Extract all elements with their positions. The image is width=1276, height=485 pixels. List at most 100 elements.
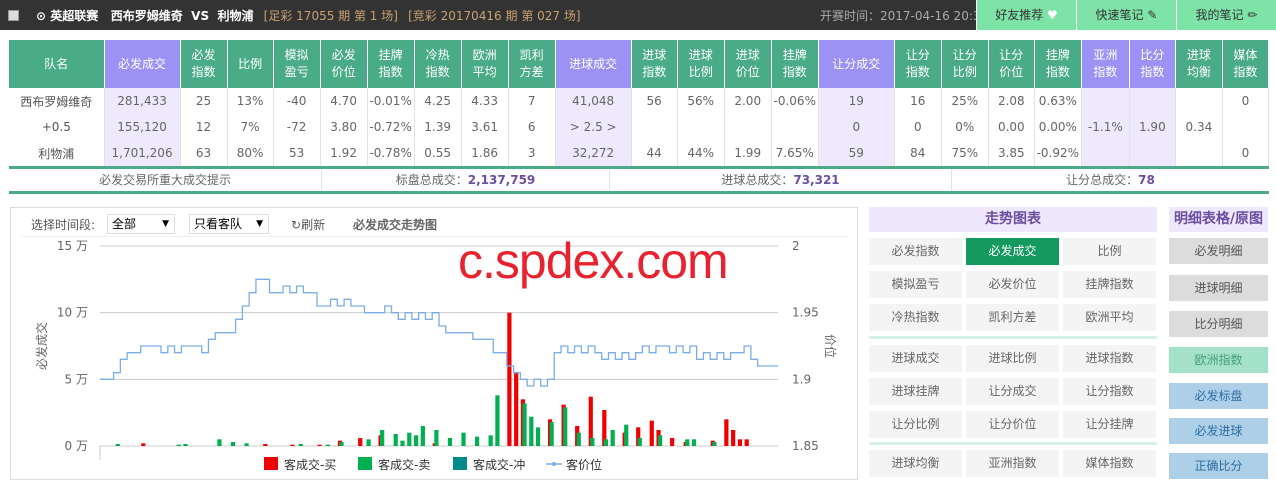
detail-button[interactable]: 欧洲指数 [1169,347,1268,373]
legend-swatch [453,457,467,470]
trend-button[interactable]: 亚洲指数 [966,450,1059,477]
y-tick-label: 15 万 [57,239,88,253]
legend-label: 客成交-买 [284,457,336,472]
buy-bar [514,372,519,446]
trend-button[interactable]: 进球挂牌 [869,378,962,405]
sell-bar [325,444,331,446]
sell-bar [393,434,398,446]
sell-bar [590,438,595,446]
group-divider [869,336,1157,339]
detail-button[interactable]: 必发标盘 [1169,383,1268,409]
y-tick-label: 10 万 [57,306,88,320]
sell-bar [610,430,615,446]
sell-bar [495,395,500,446]
buy-bar [358,438,363,446]
trend-button[interactable]: 让分指数 [1063,378,1156,405]
sell-bar [434,430,439,446]
buy-bar [290,444,295,446]
sell-bar [176,444,181,446]
sell-bar [536,427,541,446]
buy-bar [744,439,749,446]
sell-bar [658,435,663,446]
legend-marker [552,462,556,466]
group-divider [869,442,1157,445]
legend-swatch [264,457,278,470]
sell-bar [298,444,303,446]
sell-bar [366,439,371,446]
sell-bar [637,438,642,446]
sell-bar [691,439,697,446]
trend-button[interactable]: 欧洲平均 [1063,304,1156,331]
buy-bar [737,439,743,446]
legend-label: 客成交-冲 [473,457,525,472]
trend-button[interactable]: 冷热指数 [869,304,962,331]
sell-bar [407,432,412,446]
buy-bar [507,312,512,446]
detail-button[interactable]: 正确比分 [1169,453,1268,479]
buy-bar [141,443,146,446]
sell-bar [685,439,690,446]
trend-button[interactable]: 必发价位 [966,271,1059,298]
trend-button[interactable]: 进球成交 [869,345,962,372]
watermark: c.spdex.com [458,233,729,289]
buy-bar [263,444,268,446]
buy-bar [724,419,729,446]
detail-button[interactable]: 比分明细 [1169,311,1268,337]
sell-bar [217,439,222,446]
trend-button[interactable]: 模拟盈亏 [869,271,962,298]
trend-button[interactable]: 必发指数 [869,238,962,265]
y2-tick-label: 1.9 [792,372,811,386]
buy-bar [670,438,675,446]
price-line [100,278,778,387]
sell-bar [624,424,629,446]
detail-title: 明细表格/原图 [1169,207,1268,232]
sell-bar [400,440,405,446]
sell-bar [447,438,453,446]
sell-bar [183,444,188,446]
trend-button[interactable]: 进球均衡 [869,450,962,477]
sell-bar [420,426,425,446]
legend-label: 客价位 [566,457,602,472]
trend-button[interactable]: 挂牌指数 [1063,271,1156,298]
sell-bar [474,436,480,446]
sell-bar [380,430,385,446]
legend-label: 客成交-卖 [378,457,430,472]
detail-button[interactable]: 必发进球 [1169,418,1268,444]
sell-bar [230,442,236,446]
y2-tick-label: 2 [792,239,800,253]
sell-bar [244,443,249,446]
trend-button[interactable]: 凯利方差 [966,304,1059,331]
sell-bar [529,416,534,446]
y-tick-label: 5 万 [65,372,88,386]
sell-bar [576,432,581,446]
y2-axis-label: 价位 [823,334,838,358]
sell-bar [563,407,568,446]
trend-button[interactable]: 让分成交 [966,378,1059,405]
sell-bar [339,442,344,446]
detail-button[interactable]: 必发明细 [1169,238,1268,264]
trend-button[interactable]: 必发成交 [966,238,1059,265]
legend-swatch [358,457,372,470]
detail-button[interactable]: 进球明细 [1169,275,1268,301]
buy-bar [317,444,322,446]
sell-bar [712,442,717,446]
trend-button[interactable]: 比例 [1063,238,1156,265]
y-axis-label: 必发成交 [34,322,49,370]
y-tick-label: 0 万 [65,439,88,453]
trend-button[interactable]: 媒体指数 [1063,450,1156,477]
trend-button[interactable]: 让分价位 [966,411,1059,438]
sell-bar [115,444,120,446]
sell-bar [549,422,554,446]
sell-bar [461,432,466,446]
sell-bar [488,435,493,446]
trend-button[interactable]: 让分挂牌 [1063,411,1156,438]
sell-bar [603,439,608,446]
sell-bar [522,403,527,446]
y2-tick-label: 1.95 [792,306,819,320]
trend-button[interactable]: 进球比例 [966,345,1059,372]
sell-bar [413,435,419,446]
trend-button[interactable]: 让分比例 [869,411,962,438]
y2-tick-label: 1.85 [792,439,819,453]
trend-button[interactable]: 进球指数 [1063,345,1156,372]
trend-chart-title: 走势图表 [869,207,1157,232]
